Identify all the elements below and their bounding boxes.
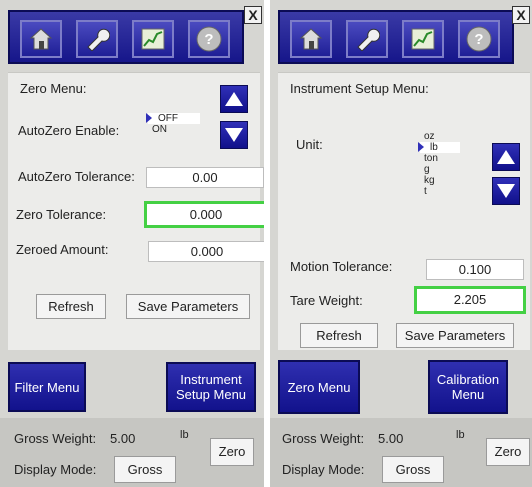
unit-option-g[interactable]: g [420,164,460,175]
instrument-setup-content: Instrument Setup Menu: Unit: oz lb ton g… [278,72,530,350]
gross-weight-value: 5.00 [110,431,136,446]
motion-tolerance-field[interactable]: 0.100 [426,259,524,280]
status-footer: Gross Weight: 5.00 lb Zero Display Mode:… [0,418,264,487]
close-button[interactable]: X [512,6,530,24]
help-icon: ? [196,26,222,52]
scroll-down-button[interactable] [492,177,520,205]
display-mode-button[interactable]: Gross [382,456,444,483]
graph-button[interactable] [132,20,174,58]
toolbar: ? [278,10,514,64]
display-mode-label: Display Mode: [14,462,97,477]
home-icon [299,28,323,50]
unit-option-kg[interactable]: kg [420,175,460,186]
gross-weight-label: Gross Weight: [14,431,97,446]
save-parameters-button[interactable]: Save Parameters [396,323,514,348]
arrow-up-icon [225,92,243,106]
refresh-button[interactable]: Refresh [300,323,378,348]
wrench-icon [87,28,110,51]
display-mode-button[interactable]: Gross [114,456,176,483]
help-icon: ? [466,26,492,52]
svg-text:?: ? [474,31,483,48]
arrow-down-icon [497,184,515,198]
svg-text:?: ? [204,31,213,48]
scroll-up-button[interactable] [492,143,520,171]
status-footer: Gross Weight: 5.00 lb Zero Display Mode:… [270,418,532,487]
close-button[interactable]: X [244,6,262,24]
tare-weight-field[interactable]: 2.205 [414,286,526,314]
help-button[interactable]: ? [188,20,230,58]
help-button[interactable]: ? [458,20,500,58]
toolbar: ? [8,10,244,64]
zero-tolerance-label: Zero Tolerance: [16,207,107,222]
menu-title: Instrument Setup Menu: [290,81,429,96]
instrument-setup-panel: ? X Instrument Setup Menu: Unit: oz lb t… [270,0,532,487]
zero-button[interactable]: Zero [210,438,254,466]
unit-option-oz[interactable]: oz [420,131,460,142]
save-parameters-button[interactable]: Save Parameters [126,294,250,319]
gross-weight-value: 5.00 [378,431,404,446]
graph-icon [141,28,165,50]
unit-option-t[interactable]: t [420,186,460,197]
zeroed-amount-field[interactable]: 0.000 [148,241,264,262]
unit-option-lb[interactable]: lb [418,142,460,153]
gross-weight-unit: lb [456,429,465,441]
arrow-down-icon [225,128,243,142]
home-button[interactable] [290,20,332,58]
settings-button[interactable] [76,20,118,58]
filter-menu-button[interactable]: Filter Menu [8,362,86,412]
display-mode-label: Display Mode: [282,462,365,477]
gross-weight-label: Gross Weight: [282,431,365,446]
wrench-icon [357,28,380,51]
home-icon [29,28,53,50]
zero-menu-content: Zero Menu: AutoZero Enable: OFF ON AutoZ… [8,72,264,350]
refresh-button[interactable]: Refresh [36,294,106,319]
unit-option-ton[interactable]: ton [420,153,460,164]
autozero-enable-list[interactable]: OFF ON [146,113,200,135]
zero-button[interactable]: Zero [486,438,530,466]
instrument-setup-menu-button[interactable]: Instrument Setup Menu [166,362,256,412]
graph-icon [411,28,435,50]
menu-title: Zero Menu: [20,81,87,96]
gross-weight-unit: lb [180,429,189,441]
tare-weight-label: Tare Weight: [290,293,363,308]
autozero-option-off[interactable]: OFF [146,113,200,124]
autozero-tolerance-label: AutoZero Tolerance: [18,169,135,184]
scroll-down-button[interactable] [220,121,248,149]
autozero-tolerance-field[interactable]: 0.00 [146,167,264,188]
zero-menu-button[interactable]: Zero Menu [278,360,360,414]
settings-button[interactable] [346,20,388,58]
zero-menu-panel: ? X Zero Menu: AutoZero Enable: OFF ON A… [0,0,264,487]
motion-tolerance-label: Motion Tolerance: [290,259,393,274]
calibration-menu-button[interactable]: Calibration Menu [428,360,508,414]
zeroed-amount-label: Zeroed Amount: [16,242,109,257]
arrow-up-icon [497,150,515,164]
zero-tolerance-field[interactable]: 0.000 [144,201,264,228]
autozero-option-on[interactable]: ON [148,124,200,135]
scroll-up-button[interactable] [220,85,248,113]
home-button[interactable] [20,20,62,58]
unit-label: Unit: [296,137,323,152]
graph-button[interactable] [402,20,444,58]
unit-list[interactable]: oz lb ton g kg t [418,131,460,197]
autozero-enable-label: AutoZero Enable: [18,123,120,138]
